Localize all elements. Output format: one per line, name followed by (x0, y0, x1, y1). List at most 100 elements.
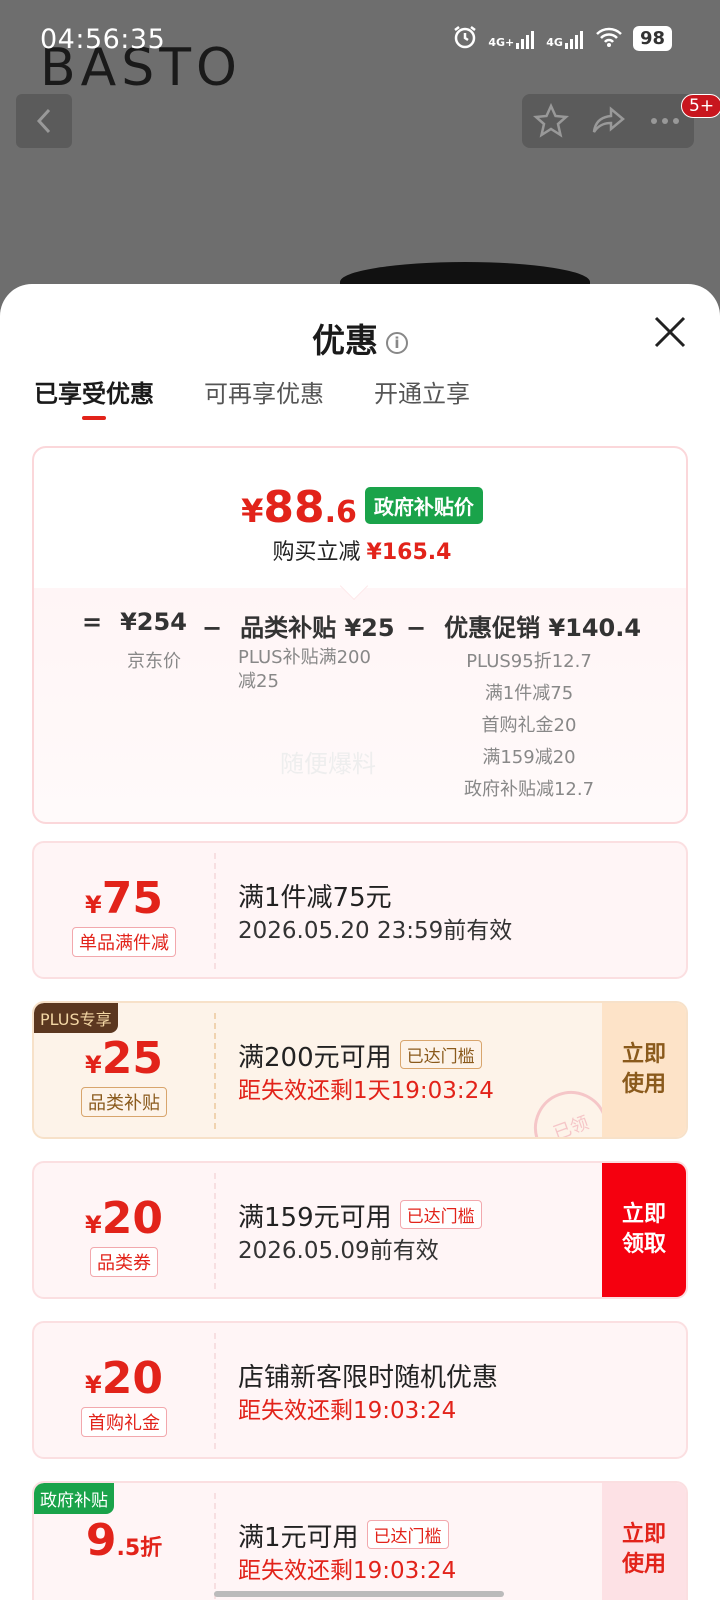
coupon-condition-text: 满200元可用 (238, 1043, 392, 1073)
amount-value: 9 (85, 1515, 117, 1566)
status-time: 04:56:35 (40, 24, 166, 55)
coupon-condition: 满159元可用 已达门槛 (238, 1197, 482, 1234)
summary-notch (339, 571, 369, 601)
threshold-reached-tag: 已达门槛 (399, 1200, 482, 1229)
coupon-expiry: 2026.05.20 23:59前有效 (238, 918, 513, 944)
formula-category: − 品类补贴 ¥25 (202, 608, 395, 643)
save-row: 购买立减 ¥165.4 (34, 534, 686, 566)
coupon-type-tag: 单品满件减 (72, 927, 176, 957)
signal-label-1: 4G+ (488, 35, 515, 49)
coupon-card: 政府补贴 9.5折 满1元可用 已达门槛 距失效还剩19:03:24 立即使用 (32, 1481, 688, 1600)
tab-enjoyed[interactable]: 已享受优惠 (34, 374, 154, 420)
alarm-icon (452, 24, 478, 53)
coupon-amount: 9.5折 (34, 1515, 214, 1566)
watermark: 随便爆料 (280, 750, 376, 778)
coupon-divider (214, 1333, 216, 1449)
category-sub: PLUS补贴满200 减25 (238, 646, 371, 694)
coupon-condition: 满200元可用 已达门槛 (238, 1037, 482, 1074)
coupon-left: 首购礼金 (34, 1323, 214, 1457)
price-summary: ¥88.6 政府补贴价 购买立减 ¥165.4 = ¥254 京东价 − 品类补贴 ¥2… (32, 446, 688, 824)
coupon-card: ¥75 单品满件减 满1件减75元 2026.05.20 23:59前有效 (32, 841, 688, 979)
minus-sign-1: − (202, 614, 223, 642)
wifi-icon (595, 26, 623, 51)
discount-sheet: 优惠 i 已享受优惠 可再享优惠 开通立享 ¥88.6 政府补贴价 购买立减 ¥165… (0, 284, 720, 1600)
coupon-countdown: 距失效还剩19:03:24 (238, 1558, 457, 1584)
coupon-divider (214, 1173, 216, 1289)
coupon-condition: 满1元可用 已达门槛 (238, 1517, 449, 1554)
plus-exclusive-tag: PLUS专享 (34, 1003, 118, 1033)
equals-sign: = (82, 608, 103, 636)
close-icon[interactable] (652, 314, 688, 350)
promo-item: PLUS95折12.7 (466, 651, 592, 672)
coupon-type-tag: 首购礼金 (81, 1407, 167, 1437)
tabs: 已享受优惠 可再享优惠 开通立享 (34, 374, 470, 420)
action-line-2: 使用 (621, 1072, 666, 1097)
amount-suffix: .5折 (116, 1536, 163, 1561)
coupon-divider (214, 853, 216, 969)
action-line-1: 立即 (621, 1042, 666, 1067)
promo-item: 首购礼金20 (481, 715, 577, 736)
coupon-countdown: 距失效还剩19:03:24 (238, 1398, 457, 1424)
category-sub-1: PLUS补贴满200 (238, 647, 371, 668)
coupon-condition: 满1件减75元 (238, 883, 392, 913)
claim-now-button[interactable]: 立即 领取 (602, 1163, 686, 1297)
signal-icon: 4G+ (488, 29, 536, 49)
promo-item: 满1件减75 (484, 683, 574, 704)
formula-jd: = ¥254 (82, 608, 187, 636)
promo-items: PLUS95折12.7 满1件减75 首购礼金20 满159减20 政府补贴减1… (444, 646, 614, 806)
signal-icon-2: 4G (546, 29, 585, 49)
coupon-left: 品类券 (34, 1163, 214, 1297)
chevron-left-icon (36, 108, 51, 134)
promo-label: 优惠促销 ¥140.4 (444, 614, 642, 642)
coupon-type-tag: 品类补贴 (81, 1087, 167, 1117)
category-sub-2: 减25 (238, 671, 279, 692)
save-value: ¥165.4 (366, 540, 452, 565)
action-line-2: 领取 (621, 1232, 666, 1257)
tab-open[interactable]: 开通立享 (374, 374, 470, 409)
action-line-2: 使用 (621, 1552, 666, 1577)
action-line-1: 立即 (621, 1522, 666, 1547)
battery-indicator: 98 (632, 26, 672, 51)
coupon-card: ¥20 品类券 满159元可用 已达门槛 2026.05.09前有效 立即 领取 (32, 1161, 688, 1299)
coupon-condition-text: 满159元可用 (238, 1203, 392, 1233)
action-line-1: 立即 (621, 1202, 666, 1227)
coupon-card: ¥20 首购礼金 店铺新客限时随机优惠 距失效还剩19:03:24 (32, 1321, 688, 1459)
category-label: 品类补贴 ¥25 (240, 614, 395, 642)
threshold-reached-tag: 已达门槛 (399, 1040, 482, 1069)
more-icon[interactable] (647, 103, 683, 139)
final-price: ¥88.6 政府补贴价 (34, 482, 686, 533)
back-button[interactable] (16, 94, 72, 148)
coupon-left: 单品满件减 (34, 843, 214, 977)
jd-label: 京东价 (127, 651, 181, 672)
coupon-card: ¥25 品类补贴 PLUS专享 满200元可用 已达门槛 距失效还剩1天19:03… (32, 1001, 688, 1139)
coupon-divider (214, 1013, 216, 1129)
coupon-countdown: 距失效还剩1天19:03:24 (238, 1078, 494, 1104)
signal-label-2: 4G (546, 35, 563, 49)
coupon-type-tag: 品类券 (90, 1247, 158, 1277)
formula-promo: − 优惠促销 ¥140.4 (406, 608, 641, 643)
sheet-title: 优惠 i (0, 314, 720, 362)
home-indicator[interactable] (214, 1591, 504, 1597)
tab-more[interactable]: 可再享优惠 (204, 374, 324, 409)
jd-price: ¥254 (120, 608, 187, 636)
coupon-condition: 店铺新客限时随机优惠 (238, 1363, 499, 1393)
top-actions (522, 94, 694, 148)
coupon-divider (214, 1493, 216, 1600)
sheet-title-text: 优惠 (312, 321, 378, 360)
gov-subsidy-tag: 政府补贴 (34, 1483, 114, 1514)
info-icon[interactable]: i (386, 331, 408, 354)
coupon-condition-text: 满1元可用 (238, 1523, 359, 1553)
save-label: 购买立减 (272, 540, 361, 565)
threshold-reached-tag: 已达门槛 (366, 1520, 449, 1549)
minus-sign-2: − (406, 614, 427, 642)
price-dec: .6 (324, 495, 357, 530)
share-icon[interactable] (590, 103, 626, 139)
price-symbol: ¥ (241, 492, 264, 530)
coupon-expiry: 2026.05.09前有效 (238, 1238, 439, 1264)
use-now-button[interactable]: 立即 使用 (602, 1483, 686, 1600)
gov-price-tag: 政府补贴价 (364, 487, 483, 524)
star-icon[interactable] (532, 103, 569, 139)
status-icons: 4G+ 4G 98 (452, 24, 672, 53)
status-bar: 04:56:35 4G+ 4G 98 (0, 0, 720, 80)
use-now-button[interactable]: 立即 使用 (602, 1003, 686, 1137)
